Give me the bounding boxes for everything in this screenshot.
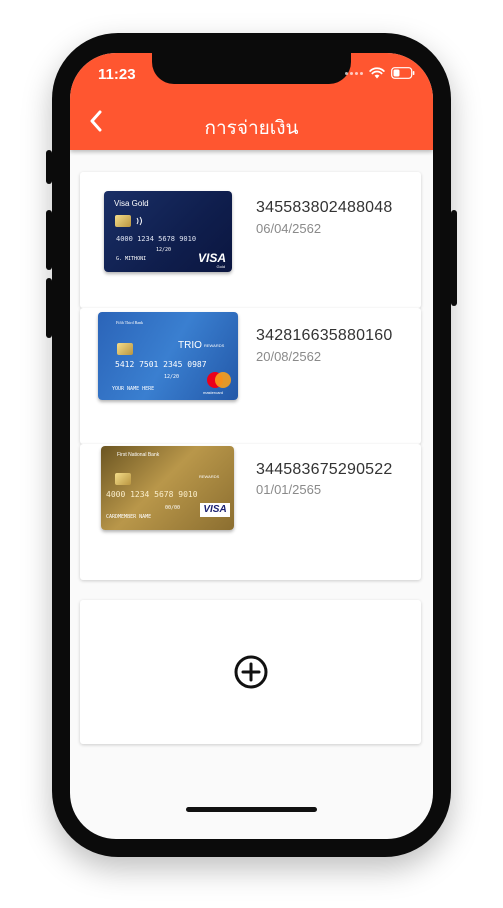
trio-logo: TRIO: [178, 340, 202, 351]
phone-frame: 11:23 การจ่ายเงิน Visa Gold 4000 1234 56…: [46, 33, 457, 857]
card-art-holder: CARDMEMBER NAME: [106, 514, 152, 520]
card-art-bank: Fifth Third Bank: [116, 320, 144, 325]
status-time: 11:23: [98, 66, 136, 83]
silent-switch: [46, 150, 52, 184]
notch: [152, 53, 351, 84]
card-art-bank: First National Bank: [117, 452, 160, 458]
card-art-expiry: 00/00: [165, 505, 181, 511]
chip-icon: [115, 473, 131, 485]
first-national-bank-card-image: First National Bank REWARDS 4000 1234 56…: [101, 446, 234, 530]
power-button: [451, 210, 457, 306]
screen: 11:23 การจ่ายเงิน Visa Gold 4000 1234 56…: [70, 53, 433, 839]
visa-logo: VISA: [200, 503, 230, 517]
card-art-holder: YOUR NAME HERE: [112, 386, 155, 392]
card-art-expiry: 12/20: [156, 247, 172, 253]
page-title: การจ่ายเงิน: [204, 118, 299, 139]
card-list: Visa Gold 4000 1234 5678 9010 12/20 G. M…: [70, 150, 433, 839]
add-card-tile[interactable]: [80, 600, 421, 744]
card-item[interactable]: Visa Gold 4000 1234 5678 9010 12/20 G. M…: [80, 172, 421, 308]
battery-icon: [391, 67, 415, 79]
card-art-name: Visa Gold: [114, 199, 149, 208]
app-bar: 11:23 การจ่ายเงิน: [70, 53, 433, 150]
circle-plus-icon[interactable]: [233, 654, 269, 690]
card-art-number: 5412 7501 2345 0987: [115, 360, 207, 369]
card-item[interactable]: First National Bank REWARDS 4000 1234 56…: [80, 444, 421, 580]
card-art-expiry: 12/20: [164, 374, 180, 380]
volume-up-button: [46, 210, 52, 270]
chip-icon: [115, 215, 131, 227]
contactless-icon: [136, 216, 142, 226]
card-item[interactable]: Fifth Third Bank TRIO REWARDS 5412 7501 …: [80, 308, 421, 444]
volume-down-button: [46, 278, 52, 338]
card-number: 345583802488048: [256, 199, 393, 216]
card-art-holder: G. MITHONI: [116, 256, 147, 262]
trio-rewards-card-image: Fifth Third Bank TRIO REWARDS 5412 7501 …: [98, 312, 238, 400]
home-indicator[interactable]: [186, 807, 317, 812]
trio-rewards-label: REWARDS: [204, 343, 225, 348]
status-icons: [345, 67, 415, 79]
visa-logo: VISA: [197, 251, 226, 265]
card-art-number: 4000 1234 5678 9010: [116, 235, 197, 243]
mastercard-logo-icon: [207, 372, 231, 388]
card-number: 342816635880160: [256, 327, 393, 344]
wifi-icon: [369, 67, 385, 79]
card-date: 06/04/2562: [256, 221, 322, 236]
card-date: 20/08/2562: [256, 349, 322, 364]
visa-gold-card-image: Visa Gold 4000 1234 5678 9010 12/20 G. M…: [104, 191, 232, 272]
visa-gold-label: Gold: [216, 264, 225, 269]
signal-dots-icon: [345, 71, 363, 75]
chip-icon: [117, 343, 133, 355]
mastercard-label: mastercard: [203, 390, 224, 395]
rewards-label: REWARDS: [199, 474, 220, 479]
card-number: 344583675290522: [256, 461, 393, 478]
card-date: 01/01/2565: [256, 482, 322, 497]
card-art-number: 4000 1234 5678 9010: [106, 490, 198, 499]
